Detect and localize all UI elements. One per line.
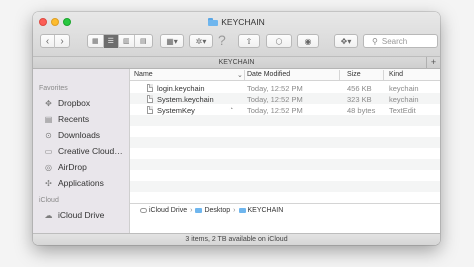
document-icon bbox=[147, 105, 153, 114]
file-name: System.keychain bbox=[157, 94, 214, 104]
column-divider[interactable] bbox=[339, 70, 340, 80]
file-date: Today, 12:52 PM bbox=[247, 94, 303, 104]
quick-look-button[interactable]: ◉ bbox=[297, 34, 319, 48]
empty-row bbox=[130, 170, 440, 181]
table-row[interactable]: login.keychain Today, 12:52 PM 456 KB ke… bbox=[130, 82, 440, 93]
back-button[interactable]: ‹ bbox=[41, 34, 56, 48]
tags-button[interactable]: ◯ bbox=[266, 34, 292, 48]
file-size: 323 KB bbox=[347, 94, 372, 104]
column-divider[interactable] bbox=[383, 70, 384, 80]
column-view-button[interactable]: ▥ bbox=[119, 34, 135, 48]
downloads-icon: ⊙ bbox=[45, 130, 52, 140]
icon-view-button[interactable]: ▦ bbox=[88, 34, 104, 48]
status-bar: 3 items, 2 TB available on iCloud bbox=[33, 233, 440, 245]
file-size: 456 KB bbox=[347, 83, 372, 93]
file-name: login.keychain bbox=[157, 83, 205, 93]
path-item-keychain[interactable]: KEYCHAIN bbox=[248, 207, 284, 214]
sidebar-item-applications[interactable]: ✣ Applications bbox=[43, 177, 104, 189]
column-header-row: Name ⌄ Date Modified Size Kind bbox=[130, 69, 440, 81]
empty-row bbox=[130, 115, 440, 126]
file-name: SystemKey bbox=[157, 105, 195, 115]
document-icon bbox=[147, 94, 153, 103]
path-item-icloud-drive[interactable]: iCloud Drive bbox=[149, 207, 187, 214]
folder-icon bbox=[238, 207, 246, 214]
dropbox-toolbar-button[interactable]: ✥▾ bbox=[334, 34, 358, 48]
path-separator-icon: › bbox=[190, 207, 193, 214]
search-field[interactable]: ⚲ Search bbox=[363, 34, 438, 48]
window-title: KEYCHAIN bbox=[33, 17, 440, 27]
search-placeholder: Search bbox=[381, 36, 408, 46]
column-header-date[interactable]: Date Modified bbox=[247, 71, 290, 78]
file-size: 48 bytes bbox=[347, 105, 376, 115]
sort-indicator-icon: ⌄ bbox=[237, 72, 243, 79]
applications-icon: ✣ bbox=[45, 178, 52, 188]
column-divider[interactable] bbox=[244, 70, 245, 80]
arrange-button[interactable]: ▦▾ bbox=[160, 34, 184, 48]
list-view-button[interactable]: ☰ bbox=[103, 34, 120, 48]
empty-row bbox=[130, 137, 440, 148]
eye-icon: ◉ bbox=[304, 36, 312, 46]
new-tab-button[interactable]: + bbox=[426, 57, 440, 68]
finder-window: KEYCHAIN ‹ › ▦ ☰ ▥ ▤ ▦▾ ✲▾ ? ⇧ ◯ ◉ ✥▾ ⚲ … bbox=[33, 12, 440, 245]
document-icon bbox=[147, 83, 153, 92]
table-row[interactable]: System.keychain Today, 12:52 PM 323 KB k… bbox=[130, 93, 440, 104]
empty-row bbox=[130, 181, 440, 192]
creative-cloud-icon: ▭ bbox=[44, 146, 53, 156]
path-item-desktop[interactable]: Desktop bbox=[204, 207, 230, 214]
share-icon: ⇧ bbox=[245, 36, 253, 46]
file-kind: keychain bbox=[389, 83, 419, 93]
share-button[interactable]: ⇧ bbox=[238, 34, 260, 48]
airdrop-icon: ◎ bbox=[45, 162, 52, 172]
file-list: Name ⌄ Date Modified Size Kind login.key… bbox=[130, 69, 440, 233]
dropbox-icon: ✥ bbox=[45, 98, 52, 108]
back-forward-control: ‹ › bbox=[40, 34, 70, 48]
gear-icon: ✲▾ bbox=[195, 36, 207, 46]
empty-row bbox=[130, 148, 440, 159]
file-date: Today, 12:52 PM bbox=[247, 105, 303, 115]
view-mode-control: ▦ ☰ ▥ ▤ bbox=[87, 34, 153, 48]
tag-icon: ◯ bbox=[275, 38, 283, 45]
sidebar-item-icloud-drive[interactable]: ☁ iCloud Drive bbox=[43, 209, 105, 221]
favorites-header: Favorites bbox=[39, 85, 68, 92]
file-kind: keychain bbox=[389, 94, 419, 104]
empty-row bbox=[130, 126, 440, 137]
icloud-drive-icon: ☁ bbox=[44, 210, 53, 220]
column-header-name[interactable]: Name bbox=[134, 71, 153, 78]
empty-row bbox=[130, 159, 440, 170]
cover-flow-button[interactable]: ▤ bbox=[135, 35, 152, 48]
table-row[interactable]: SystemKey ◔ Today, 12:52 PM 48 bytes Tex… bbox=[130, 104, 440, 115]
icloud-icon bbox=[140, 208, 147, 213]
titlebar: KEYCHAIN ‹ › ▦ ☰ ▥ ▤ ▦▾ ✲▾ ? ⇧ ◯ ◉ ✥▾ ⚲ … bbox=[33, 12, 440, 57]
tab-keychain[interactable]: KEYCHAIN bbox=[219, 59, 255, 66]
sidebar: Favorites ✥ Dropbox ▤ Recents ⊙ Download… bbox=[33, 69, 130, 233]
file-date: Today, 12:52 PM bbox=[247, 83, 303, 93]
folder-icon bbox=[208, 18, 219, 26]
sidebar-item-creative-cloud[interactable]: ▭ Creative Cloud… bbox=[43, 145, 123, 157]
sidebar-item-downloads[interactable]: ⊙ Downloads bbox=[43, 129, 100, 141]
forward-button[interactable]: › bbox=[55, 35, 69, 48]
empty-row bbox=[130, 192, 440, 203]
file-kind: TextEdit bbox=[389, 105, 416, 115]
folder-icon bbox=[195, 207, 203, 214]
path-separator-icon: › bbox=[233, 207, 236, 214]
icloud-status-icon: ◔ bbox=[229, 105, 234, 113]
search-icon: ⚲ bbox=[372, 36, 378, 46]
path-bar: iCloud Drive › Desktop › KEYCHAIN bbox=[130, 203, 440, 217]
tab-bar: KEYCHAIN + bbox=[33, 57, 440, 69]
sidebar-item-dropbox[interactable]: ✥ Dropbox bbox=[43, 97, 90, 109]
help-icon[interactable]: ? bbox=[218, 32, 226, 48]
action-button[interactable]: ✲▾ bbox=[189, 34, 213, 48]
sidebar-item-airdrop[interactable]: ◎ AirDrop bbox=[43, 161, 87, 173]
column-header-kind[interactable]: Kind bbox=[389, 71, 403, 78]
arrange-icon: ▦▾ bbox=[166, 36, 178, 46]
icloud-header: iCloud bbox=[39, 197, 59, 204]
column-header-size[interactable]: Size bbox=[347, 71, 361, 78]
dropbox-icon: ✥▾ bbox=[340, 36, 352, 46]
recents-icon: ▤ bbox=[44, 114, 53, 124]
sidebar-item-recents[interactable]: ▤ Recents bbox=[43, 113, 89, 125]
